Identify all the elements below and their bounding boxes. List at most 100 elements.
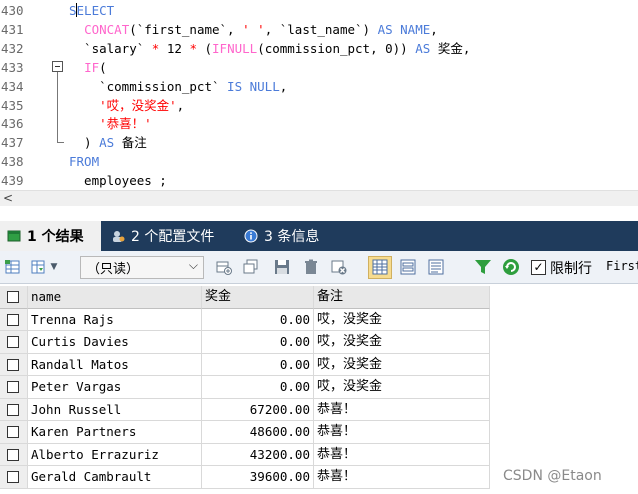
table-row[interactable]: Curtis Davies 0.00 哎，没奖金 [0,331,490,354]
scroll-left-arrow-icon[interactable]: < [3,191,13,206]
column-header-name[interactable]: name [28,286,202,309]
cancel-changes-icon[interactable] [329,257,349,277]
watermark: CSDN @Etaon [503,468,602,484]
table-row[interactable]: John Russell 67200.00 恭喜！ [0,398,490,421]
row-select-cell[interactable] [0,398,28,421]
code-token: FROM [69,154,100,170]
code-text: IF( [69,58,107,77]
row-checkbox[interactable] [7,471,19,483]
cell-note[interactable]: 哎，没奖金 [314,376,490,399]
cell-name[interactable]: Peter Vargas [28,376,202,399]
cell-bonus[interactable]: 67200.00 [202,398,314,421]
cell-bonus[interactable]: 43200.00 [202,443,314,466]
fold-guide-end [57,142,64,143]
text-view-icon[interactable] [426,257,446,277]
cell-note[interactable]: 恭喜！ [314,421,490,444]
table-row[interactable]: Peter Vargas 0.00 哎，没奖金 [0,376,490,399]
code-text: `salary` * 12 * (IFNULL(commission_pct, … [69,39,470,58]
cell-bonus[interactable]: 0.00 [202,331,314,354]
code-line: 436 '恭喜！' [0,114,638,133]
tab-results[interactable]: 1 个结果 [0,221,101,251]
row-checkbox[interactable] [7,426,19,438]
save-icon[interactable] [272,257,292,277]
select-all-checkbox-cell[interactable] [0,286,28,309]
code-line: 434 `commission_pct` IS NULL, [0,77,638,96]
row-select-cell[interactable] [0,331,28,354]
tab-profiles[interactable]: 2 个配置文件 [104,221,232,251]
row-checkbox[interactable] [7,336,19,348]
cell-name[interactable]: Curtis Davies [28,331,202,354]
delete-icon[interactable] [301,257,321,277]
table-row[interactable]: Trenna Rajs 0.00 哎，没奖金 [0,308,490,331]
row-select-cell[interactable] [0,421,28,444]
tab-messages[interactable]: 3 条信息 [237,221,337,251]
fold-toggle-icon[interactable] [52,61,63,72]
row-select-cell[interactable] [0,308,28,331]
code-text: FROM [69,152,99,171]
cell-name[interactable]: Randall Matos [28,353,202,376]
cell-name[interactable]: Alberto Errazuriz [28,443,202,466]
code-token: * [189,40,197,56]
cell-note[interactable]: 恭喜！ [314,398,490,421]
cell-bonus[interactable]: 0.00 [202,353,314,376]
table-row[interactable]: Randall Matos 0.00 哎，没奖金 [0,353,490,376]
code-line: 438 FROM [0,152,638,171]
table-row[interactable]: Karen Partners 48600.00 恭喜！ [0,421,490,444]
line-number: 435 [1,97,24,113]
code-token: 12 [159,40,190,56]
import-grid-icon[interactable] [28,257,48,277]
cell-bonus[interactable]: 0.00 [202,308,314,331]
code-token: ( [196,40,213,56]
row-select-cell[interactable] [0,443,28,466]
chevron-down-icon: ⌵ [188,258,198,272]
code-token: (commission_pct, 0)) [257,40,416,56]
row-checkbox[interactable] [7,358,19,371]
code-line: 433 IF( [0,58,638,77]
select-all-checkbox[interactable] [7,291,19,303]
duplicate-row-icon[interactable] [241,257,261,277]
code-token: `commission_pct` [69,78,228,94]
cell-name[interactable]: John Russell [28,398,202,421]
code-line: 435 '哎，没奖金', [0,96,638,115]
table-row[interactable]: Gerald Cambrault 39600.00 恭喜！ [0,466,490,489]
profile-icon [110,228,126,244]
code-token: ) [69,135,100,151]
info-icon [243,228,259,244]
column-header-bonus[interactable]: 奖金 [202,286,314,309]
row-checkbox[interactable] [7,381,19,393]
row-select-cell[interactable] [0,466,28,489]
sql-editor[interactable]: 430 SELECT 431 CONCAT(`first_name`, ' ', `… [0,0,638,190]
add-row-icon[interactable] [214,257,234,277]
refresh-icon[interactable] [501,257,521,277]
cell-name[interactable]: Karen Partners [28,421,202,444]
table-row[interactable]: Alberto Errazuriz 43200.00 恭喜！ [0,443,490,466]
column-header-note[interactable]: 备注 [314,286,490,309]
line-number: 434 [1,78,24,94]
filter-icon[interactable] [473,257,493,277]
cell-bonus[interactable]: 48600.00 [202,421,314,444]
fold-guide [57,72,58,142]
code-token: , [176,97,185,113]
row-select-cell[interactable] [0,376,28,399]
import-dropdown-arrow-icon[interactable]: ▼ [48,257,60,277]
row-checkbox[interactable] [7,313,19,326]
editor-horizontal-scrollbar[interactable]: < [0,190,638,206]
cell-bonus[interactable]: 39600.00 [202,466,314,489]
cell-name[interactable]: Trenna Rajs [28,308,202,331]
row-checkbox[interactable] [7,403,19,416]
limit-rows-checkbox[interactable]: ✓ [531,260,546,275]
cell-note[interactable]: 恭喜！ [314,443,490,466]
cell-note[interactable]: 哎，没奖金 [314,353,490,376]
cell-bonus[interactable]: 0.00 [202,376,314,399]
cell-name[interactable]: Gerald Cambrault [28,466,202,489]
cell-note[interactable]: 哎，没奖金 [314,331,490,354]
cell-note[interactable]: 恭喜！ [314,466,490,489]
row-checkbox[interactable] [7,448,19,461]
form-view-icon[interactable] [398,257,418,277]
result-mode-select[interactable]: （只读） ⌵ [80,256,204,279]
export-grid-icon[interactable] [3,257,23,277]
cell-note[interactable]: 哎，没奖金 [314,308,490,331]
row-select-cell[interactable] [0,353,28,376]
